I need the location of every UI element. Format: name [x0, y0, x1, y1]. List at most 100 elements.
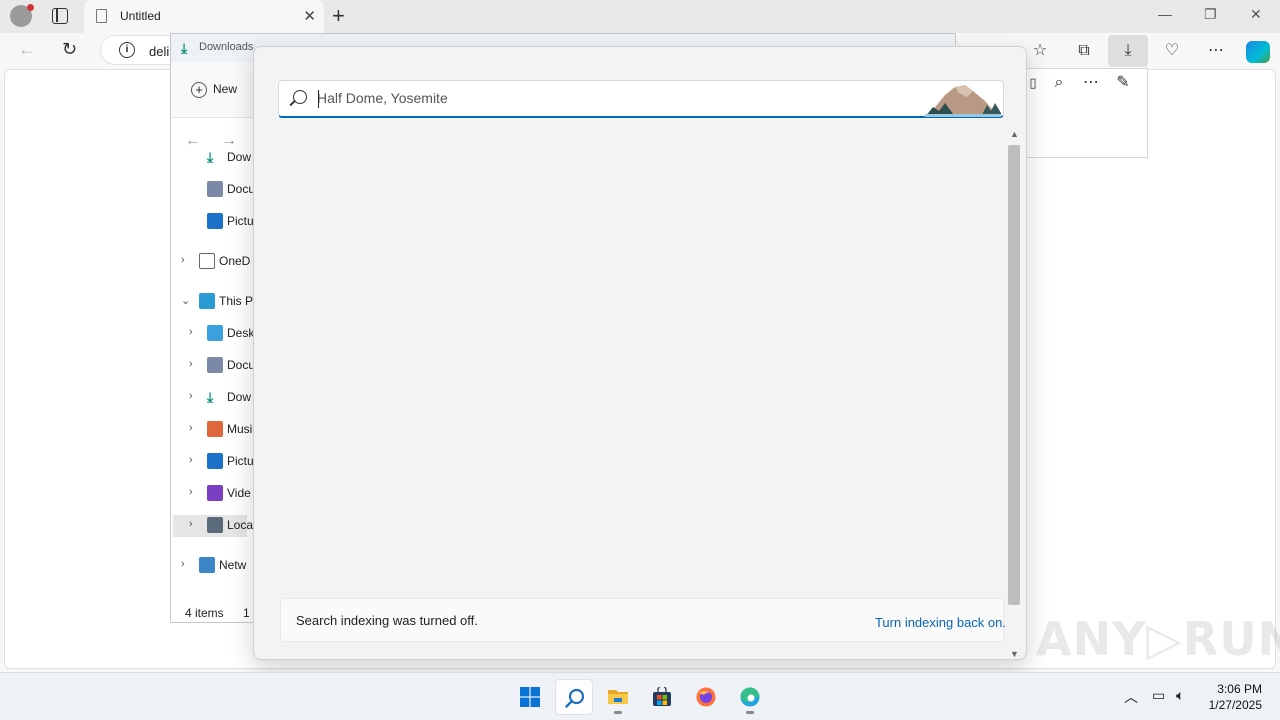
- scroll-down-icon[interactable]: ▼: [1010, 649, 1019, 659]
- page-icon: [96, 9, 107, 23]
- item-count: 4 items: [185, 606, 224, 620]
- more-icon[interactable]: ⋯: [1204, 39, 1228, 63]
- new-label: New: [213, 82, 238, 97]
- document-icon: [207, 357, 223, 373]
- taskbar-file-explorer[interactable]: [599, 679, 637, 715]
- chevron-right-icon[interactable]: ›: [189, 518, 193, 530]
- downloads-icon[interactable]: ⤓: [1108, 35, 1148, 67]
- minimize-button[interactable]: —: [1158, 6, 1172, 22]
- show-hidden-icons-icon[interactable]: ︿: [1124, 687, 1138, 707]
- firefox-icon: [696, 687, 716, 707]
- nav-item[interactable]: ⌄ This P: [181, 291, 255, 313]
- text-caret: [318, 90, 319, 108]
- nav-item[interactable]: › OneD: [181, 251, 255, 273]
- start-icon: [520, 687, 540, 707]
- nav-item[interactable]: › Docu: [181, 355, 255, 377]
- nav-item-label: Vide: [227, 486, 251, 500]
- nav-item[interactable]: › Musi: [181, 419, 255, 441]
- nav-item[interactable]: › Deskt: [181, 323, 258, 345]
- system-clock[interactable]: 3:06 PM 1/27/2025: [1209, 681, 1262, 713]
- chevron-right-icon[interactable]: ›: [181, 254, 185, 266]
- collections-icon[interactable]: ⧉: [1072, 39, 1096, 63]
- start-button[interactable]: [511, 679, 549, 715]
- scroll-up-icon[interactable]: ▲: [1010, 129, 1019, 139]
- nav-item-label: Loca: [227, 518, 254, 532]
- scroll-thumb[interactable]: [1008, 145, 1020, 605]
- restore-button[interactable]: ❐: [1204, 6, 1217, 23]
- nav-item[interactable]: Pictu: [181, 211, 255, 233]
- nav-item[interactable]: › Loca: [173, 515, 253, 537]
- back-icon[interactable]: ←: [18, 39, 36, 60]
- nav-item-label: Docu: [227, 182, 256, 196]
- nav-item-label: Pictu: [227, 454, 254, 468]
- videos-icon: [207, 485, 223, 501]
- turn-indexing-on-link[interactable]: Turn indexing back on.: [875, 615, 1006, 630]
- chevron-down-icon[interactable]: ⌄: [181, 294, 190, 307]
- download-icon: ⤓: [181, 40, 188, 56]
- pictures-icon: [207, 453, 223, 469]
- chevron-right-icon[interactable]: ›: [189, 454, 193, 466]
- nav-item[interactable]: Docu: [181, 179, 255, 201]
- nav-item-label: Docu: [227, 358, 256, 372]
- close-window-button[interactable]: ✕: [1250, 6, 1262, 23]
- taskbar-firefox[interactable]: [687, 679, 725, 715]
- download-icon: ⤓: [207, 149, 214, 165]
- taskbar-edge[interactable]: [731, 679, 769, 715]
- indexing-notice: Search indexing was turned off. Turn ind…: [280, 598, 1006, 642]
- nav-item[interactable]: › Netw: [181, 555, 255, 577]
- nav-item-label: OneD: [219, 254, 251, 268]
- volume-icon[interactable]: 🔈︎: [1176, 687, 1184, 704]
- search-box[interactable]: [278, 80, 1004, 118]
- nav-item[interactable]: ⤓ Dow: [181, 147, 255, 169]
- watermark-logo: ANY▷RUN: [1036, 612, 1280, 666]
- tab-title: Untitled: [120, 9, 161, 23]
- windows-search-flyout: ▲ ▼ Search indexing was turned off. Turn…: [253, 46, 1027, 660]
- pictures-icon: [207, 213, 223, 229]
- pc-icon: [199, 293, 215, 309]
- chevron-right-icon[interactable]: ›: [189, 422, 193, 434]
- nav-item-label: Netw: [219, 558, 247, 572]
- desktop-icon: [207, 325, 223, 341]
- refresh-icon[interactable]: ↻: [62, 39, 77, 60]
- favorites-icon[interactable]: ☆: [1028, 39, 1052, 63]
- chevron-right-icon[interactable]: ›: [189, 390, 193, 402]
- network-icon[interactable]: ▭: [1152, 687, 1165, 704]
- status-bar: 4 items 1: [185, 606, 250, 620]
- store-icon: [653, 687, 671, 706]
- copilot-icon[interactable]: [1246, 41, 1270, 63]
- clock-date: 1/27/2025: [1208, 698, 1262, 712]
- tab-strip: Untitled ✕ + — ❐ ✕: [0, 0, 1280, 33]
- new-tab-button[interactable]: +: [332, 3, 345, 29]
- plus-icon: +: [191, 82, 207, 98]
- downloads-more-icon[interactable]: ⋯: [1079, 71, 1103, 95]
- performance-icon[interactable]: ♡: [1160, 39, 1184, 63]
- taskbar-search-button[interactable]: [555, 679, 593, 715]
- chevron-right-icon[interactable]: ›: [181, 558, 185, 570]
- nav-item[interactable]: › Vide: [181, 483, 255, 505]
- music-icon: [207, 421, 223, 437]
- nav-item[interactable]: › ⤓ Dow: [181, 387, 255, 409]
- document-icon: [207, 181, 223, 197]
- chevron-right-icon[interactable]: ›: [189, 358, 193, 370]
- drive-icon: [207, 517, 223, 533]
- browser-tab[interactable]: Untitled ✕: [84, 0, 324, 33]
- downloads-panel: ▯ ⌕ ⋯ ✎: [1020, 68, 1148, 158]
- site-info-icon[interactable]: i: [119, 42, 135, 58]
- profile-avatar-icon[interactable]: [10, 4, 34, 27]
- tab-close-button[interactable]: ✕: [303, 7, 316, 25]
- search-input[interactable]: [317, 90, 917, 106]
- nav-item[interactable]: › Pictu: [181, 451, 255, 473]
- chevron-right-icon[interactable]: ›: [189, 486, 193, 498]
- indexing-message: Search indexing was turned off.: [296, 613, 478, 628]
- new-button[interactable]: + New: [191, 82, 237, 98]
- tab-actions-icon[interactable]: [52, 8, 68, 24]
- address-text: deli: [149, 44, 170, 59]
- taskbar-store[interactable]: [643, 679, 681, 715]
- pin-icon[interactable]: ✎: [1111, 71, 1135, 95]
- selected-count: 1: [243, 606, 250, 620]
- explorer-title: Downloads: [199, 41, 254, 53]
- results-scrollbar[interactable]: ▲ ▼: [1006, 127, 1022, 659]
- nav-item-label: Musi: [227, 422, 253, 436]
- search-downloads-icon[interactable]: ⌕: [1047, 71, 1071, 95]
- chevron-right-icon[interactable]: ›: [189, 326, 193, 338]
